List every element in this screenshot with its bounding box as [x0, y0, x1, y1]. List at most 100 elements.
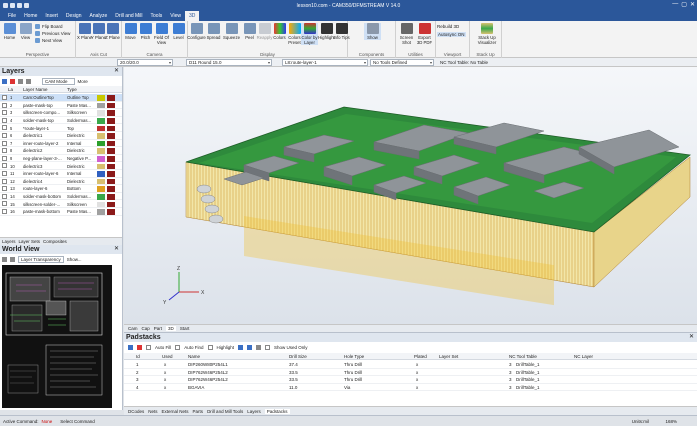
layer-visible-checkbox[interactable] [2, 140, 7, 146]
minimize-button[interactable]: — [672, 1, 678, 8]
layer-row[interactable]: 2 paste-mask-top Paste Mas... [0, 102, 122, 110]
z-plane-button[interactable]: Z Plane [104, 23, 121, 40]
3d-viewport[interactable]: Z X Y [124, 67, 697, 324]
layer-row[interactable]: 5 *route-layer-1 Top [0, 124, 122, 132]
flip-board-button[interactable]: Flip Board [35, 24, 63, 29]
padstack-row[interactable]: 3 x DIP762W46P254L2 33.5 Thru Drill x 3 DrillTa… [124, 376, 697, 384]
layer-alt-color-swatch[interactable] [107, 194, 115, 200]
layer-color-swatch[interactable] [97, 102, 105, 109]
menu-insert[interactable]: Insert [41, 12, 62, 20]
pitch-button[interactable]: Pitch [137, 23, 154, 40]
configure-button[interactable]: Configure [187, 23, 206, 40]
color-by-layer-button[interactable]: Color by Layer [301, 23, 318, 45]
layer-alt-color-swatch[interactable] [107, 186, 115, 192]
layer-row[interactable]: 4 solder-mask-top Soldermas... [0, 117, 122, 125]
mode-dropdown[interactable]: CAM Mode [42, 78, 75, 85]
layer-row[interactable]: 8 dielectric2 Dielectric [0, 147, 122, 155]
menu-drill-mill[interactable]: Drill and Mill [111, 12, 146, 20]
spread-button[interactable]: Spread [205, 23, 222, 40]
menu-3d[interactable]: 3D [184, 11, 200, 21]
tab-layers-bottom[interactable]: Layers [247, 409, 261, 414]
layer-color-swatch[interactable] [97, 209, 105, 215]
layer-row[interactable]: 11 inner-route-layer-6 Internal [0, 170, 122, 178]
menu-view[interactable]: View [166, 12, 185, 20]
layer-color-swatch[interactable] [97, 194, 105, 200]
zoom-icon[interactable] [2, 257, 7, 262]
rebuild-3d-button[interactable]: Rebuild 3D [437, 24, 459, 29]
layer-color-swatch[interactable] [97, 110, 105, 116]
layer-row[interactable]: 3 silkscreen-compo... Silkscreen [0, 109, 122, 117]
layer-visible-checkbox[interactable] [2, 171, 7, 176]
padstack-row[interactable]: 1 x DIP260W80P254L1 37.4 Thru Drill x 3 DrillTa… [124, 361, 697, 369]
layer-alt-color-swatch[interactable] [107, 156, 115, 162]
layer-row[interactable]: 13 route-layer-6 Bottom [0, 185, 122, 193]
layer-visible-checkbox[interactable] [2, 209, 7, 214]
tab-cap[interactable]: Cap [142, 326, 150, 331]
layer-row[interactable]: 10 dielectric3 Dielectric [0, 162, 122, 170]
layer-visible-checkbox[interactable] [2, 186, 7, 192]
more-button[interactable]: More [78, 79, 88, 84]
layer-down-icon[interactable] [26, 79, 31, 84]
menu-tools[interactable]: Tools [147, 12, 167, 20]
fit-icon[interactable] [10, 257, 15, 262]
tab-start[interactable]: Start [180, 326, 190, 331]
layer-row[interactable]: 12 dielectric4 Dielectric [0, 178, 122, 186]
close-icon[interactable]: ✕ [114, 245, 119, 254]
show-dropdown[interactable]: Show... [67, 257, 82, 262]
menu-home[interactable]: Home [20, 12, 41, 20]
layer-alt-color-swatch[interactable] [107, 140, 115, 147]
tab-dcodes[interactable]: DCodes [128, 409, 144, 414]
tab-drill-mill-tools[interactable]: Drill and Mill Tools [207, 409, 243, 414]
layer-row[interactable]: 16 paste-mask-bottom Paste Mas... [0, 208, 122, 216]
tab-composites[interactable]: Composites [43, 239, 67, 244]
layer-visible-checkbox[interactable] [2, 193, 7, 199]
layer-alt-color-swatch[interactable] [107, 118, 115, 124]
layer-row[interactable]: 7 inner-route-layer-2 Internal [0, 140, 122, 148]
layer-row[interactable]: 14 solder-mask-bottom Soldermas... [0, 193, 122, 201]
maximize-button[interactable]: ▢ [681, 1, 687, 8]
layer-color-swatch[interactable] [97, 95, 105, 101]
dcode-dropdown[interactable]: D11 Round 15.0 [186, 59, 272, 66]
auto-fill-checkbox[interactable] [146, 345, 151, 350]
layer-visible-checkbox[interactable] [2, 148, 7, 154]
layer-alt-color-swatch[interactable] [107, 95, 115, 101]
auto-find-checkbox[interactable] [175, 345, 181, 350]
layer-color-swatch[interactable] [97, 156, 105, 162]
export-3d-pdf-button[interactable]: Export 3D PDF [416, 23, 433, 45]
layer-visible-checkbox[interactable] [2, 178, 7, 184]
layer-alt-color-swatch[interactable] [107, 209, 115, 215]
layer-color-swatch[interactable] [97, 148, 105, 154]
layer-visible-checkbox[interactable] [2, 201, 7, 207]
add-icon[interactable] [238, 345, 244, 350]
layer-color-swatch[interactable] [97, 133, 105, 139]
delete-icon[interactable] [247, 345, 253, 350]
home-button[interactable]: Home [1, 23, 18, 40]
layer-visible-checkbox[interactable] [2, 102, 7, 108]
tab-padstacks[interactable]: Padstacks [264, 408, 290, 414]
layer-color-swatch[interactable] [97, 125, 105, 132]
layer-row[interactable]: 6 dielectric1 Dielectric [0, 132, 122, 140]
padstack-row[interactable]: 4 x BGAVIA 11.0 Via x 3 DrillTable_1 [124, 384, 697, 392]
layer-visible-checkbox[interactable] [2, 163, 7, 169]
stack-up-visualizer-button[interactable]: Stack Up Visualizer [476, 23, 498, 45]
layer-visible-checkbox[interactable] [2, 110, 7, 116]
layer-row[interactable]: 15 silkscreen-solder-... Silkscreen [0, 200, 122, 208]
layer-alt-color-swatch[interactable] [107, 110, 115, 116]
layer-alt-color-swatch[interactable] [107, 102, 115, 109]
field-of-view-button[interactable]: Field Of View [153, 23, 170, 45]
view-button[interactable]: View [17, 23, 34, 40]
squeeze-button[interactable]: Squeeze [223, 23, 240, 40]
layer-visible-checkbox[interactable] [2, 125, 7, 131]
autosync-toggle[interactable]: Autosync ON [437, 32, 466, 37]
add-padstack-icon[interactable] [128, 345, 133, 350]
padstack-row[interactable]: 2 x DIP762W46P254L2 33.5 Thru Drill x 3 DrillTa… [124, 369, 697, 377]
close-icon[interactable]: ✕ [689, 333, 694, 342]
layer-color-swatch[interactable] [97, 140, 105, 147]
layer-alt-color-swatch[interactable] [107, 201, 115, 208]
layer-visible-checkbox[interactable] [2, 95, 7, 100]
layer-alt-color-swatch[interactable] [107, 148, 115, 154]
show-components-button[interactable]: Show [364, 23, 381, 40]
menu-design[interactable]: Design [62, 12, 86, 20]
tab-nets[interactable]: Nets [148, 409, 157, 414]
layer-color-swatch[interactable] [97, 201, 105, 208]
